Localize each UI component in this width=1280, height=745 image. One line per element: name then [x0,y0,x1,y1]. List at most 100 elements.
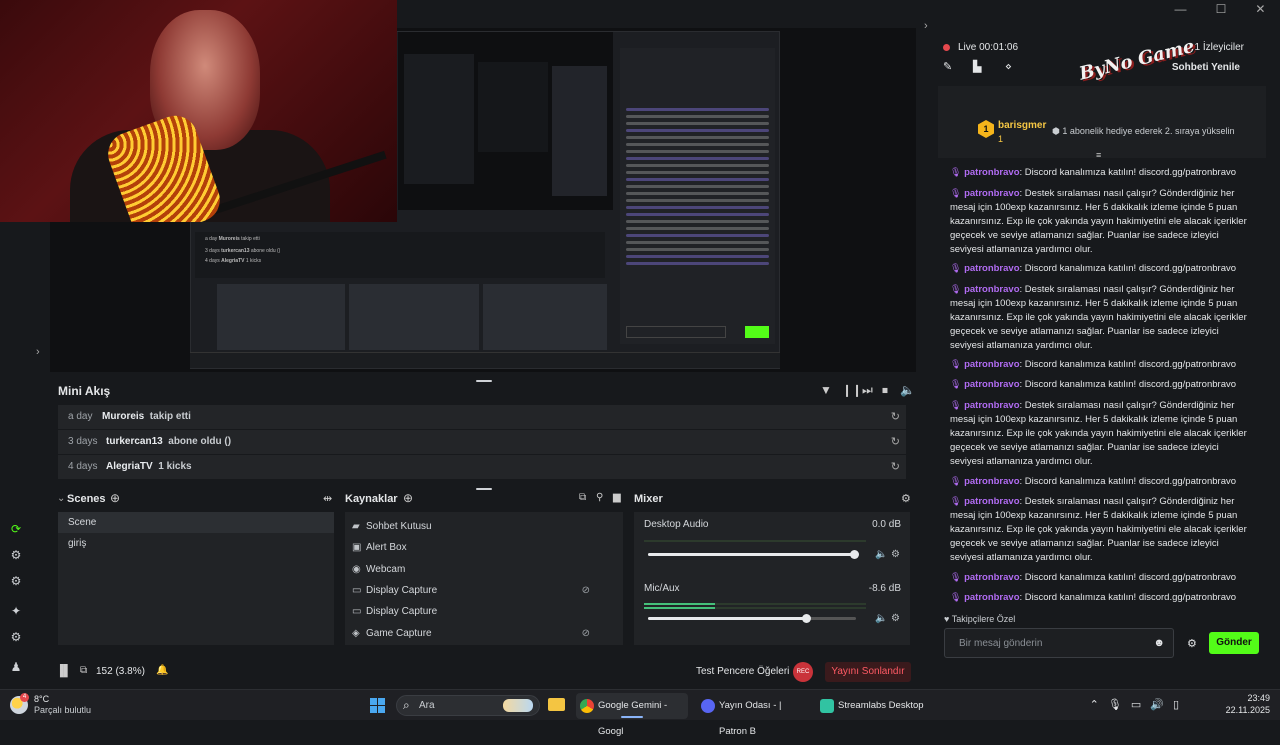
channel-settings-icon[interactable]: ⚙ [891,613,900,624]
source-item[interactable]: ▣ Alert Box [352,537,620,558]
webcam-icon: ◉ [352,564,361,575]
search-highlight-image [503,699,533,712]
chat-message: 🎙 patronbravo: Discord kanalımıza katılı… [950,167,1237,178]
maximize-icon[interactable]: ☐ [1216,2,1227,16]
dashboard-icon[interactable]: ▙ [973,60,981,73]
battery-icon[interactable]: ▯ [1173,699,1188,711]
expand-right-icon[interactable]: › [924,20,928,32]
transition-icon[interactable]: ⇹ [323,492,332,505]
test-widgets-button[interactable]: Test Pencere Öğeleri [696,666,789,677]
side-rail: ⟳ ⚙ ⚙ ✦ ⚙ ♟ [0,490,34,690]
replay-icon[interactable]: ↻ [891,455,900,479]
scenes-title: Scenes [67,493,106,505]
windows-start-icon[interactable] [370,698,385,713]
source-item[interactable]: ◉ Webcam [352,559,620,580]
feed-row: a day Muroreis takip etti ↻ [58,405,906,429]
mini-feed-title: Mini Akış [58,384,111,398]
end-stream-button[interactable]: Yayını Sonlandır [825,662,911,682]
scene-item[interactable]: Scene [58,512,334,533]
close-icon[interactable]: ✕ [1255,2,1265,16]
chat-input[interactable]: Bir mesaj gönderin ☻ [944,628,1174,658]
chat-message: 🎙 patronbravo: Destek sıralaması nasıl ç… [950,400,1247,467]
taskbar-app-streamlabs[interactable]: Streamlabs Desktop [816,693,928,719]
source-item[interactable]: ◈ Game Capture ⊘ [352,623,620,644]
replay-icon[interactable]: ↻ [891,430,900,454]
hidden-eye-icon[interactable]: ⊘ [582,623,590,644]
resize-handle[interactable] [476,488,492,490]
mic-icon[interactable]: 🎙 [1108,699,1131,711]
monitor-icon: ▭ [352,606,362,617]
group-icon[interactable]: ⚲ [596,492,603,503]
chat-message: 🎙 patronbravo: Discord kanalımıza katılı… [950,476,1237,487]
volume-slider[interactable] [648,550,859,559]
chat-message: 🎙 patronbravo: Discord kanalımıza katılı… [950,263,1237,274]
pause-icon[interactable]: ❙❙ [842,383,862,397]
pinned-level: 1 [998,134,1004,144]
skip-alert-icon[interactable]: ⏭ [862,383,873,398]
taskbar-app-chrome[interactable]: Google Gemini - Googl [576,693,688,737]
pinned-message: 1 barisgmer 1 ⬢ 1 abonelik hediye ederek… [938,86,1266,158]
chat-message: 🎙 patronbravo: Destek sıralaması nasıl ç… [950,188,1247,255]
windows-taskbar: 4 8°C Parçalı bulutlu ⌕ Ara Google Gemin… [0,689,1280,737]
speaker-icon[interactable]: 🔈 [875,613,887,624]
send-button[interactable]: Gönder [1209,632,1259,654]
speaker-icon[interactable]: 🔊 [1150,699,1173,711]
chat-message: 🎙 patronbravo: Destek sıralaması nasıl ç… [950,284,1247,351]
scene-item[interactable]: giriş [58,533,334,554]
apps-icon[interactable]: ⚙ [9,574,23,588]
notification-icon[interactable]: 🔔 [156,665,168,676]
gift-text: ⬢ 1 abonelik hediye ederek 2. sıraya yük… [1052,126,1235,136]
minimize-icon[interactable]: — [1175,2,1187,16]
live-timer: Live 00:01:06 [958,42,1019,53]
clock-date[interactable]: 22.11.2025 [1226,705,1270,715]
mic-badge-icon: 🎙 [950,379,962,389]
mixer-channel-db: 0.0 dB [872,519,901,530]
source-item[interactable]: ▭ Display Capture ⊘ [352,580,620,601]
audio-meter [644,607,866,609]
preview-scenes-panel [217,284,345,350]
expand-left-icon[interactable]: › [36,346,40,358]
chevron-up-icon[interactable]: ⌃ [1090,699,1108,711]
taskbar-app-discord[interactable]: Yayın Odası - | Patron B [697,693,809,737]
mute-icon[interactable]: ⏹ [882,383,888,398]
collection-icon[interactable]: ⧉ [579,492,586,503]
webcam-feed [0,0,397,222]
replay-icon[interactable]: ↻ [891,405,900,429]
profile-icon[interactable]: ♟ [9,660,23,674]
collapse-icon[interactable]: ⌄ [57,493,65,504]
weather-desc: Parçalı bulutlu [34,705,92,715]
settings-icon[interactable]: ⚙ [9,630,23,644]
file-explorer-icon[interactable] [548,698,565,711]
add-scene-icon[interactable]: ⊕ [110,491,120,505]
gamepad-icon: ◈ [352,628,360,639]
feed-row: 4 days AlegriaTV 1 kicks ↻ [58,455,906,479]
taskbar-search[interactable]: ⌕ Ara [396,695,540,716]
chat-collapse-icon[interactable]: ≡ [1096,150,1101,160]
filter-icon[interactable]: ▼ [820,383,832,397]
stats-icon[interactable]: ▐▌ [56,665,72,677]
clock-time[interactable]: 23:49 [1247,693,1270,703]
volume-icon[interactable]: 🔈 [900,383,915,397]
mic-badge-icon: 🎙 [950,592,962,602]
chat-settings-icon[interactable]: ⚙ [1187,637,1197,650]
record-button[interactable]: REC [793,662,813,682]
source-item[interactable]: ▰ Sohbet Kutusu [352,516,620,537]
speaker-icon[interactable]: 🔈 [875,549,887,560]
volume-slider[interactable] [648,614,856,623]
hidden-eye-icon[interactable]: ⊘ [582,580,590,601]
source-item[interactable]: ▭ Display Capture [352,601,620,622]
channel-settings-icon[interactable]: ⚙ [891,549,900,560]
add-source-icon[interactable]: ⊕ [403,491,413,505]
share-icon[interactable]: ⋄ [1005,60,1012,73]
pinned-user[interactable]: barisgmer [998,120,1046,131]
preview-feed-row: 4 days AlegriaTV 1 kicks [205,258,262,264]
studio-mode-icon[interactable]: ⟳ [9,522,23,536]
mic-badge-icon: 🎙 [950,263,962,273]
network-icon[interactable]: ▭ [1131,699,1150,711]
folder-icon[interactable]: ▆ [613,492,621,503]
highlighter-icon[interactable]: ✦ [9,604,23,618]
edit-icon[interactable]: ✎ [943,60,952,73]
emoji-icon[interactable]: ☻ [1153,637,1165,649]
mixer-settings-icon[interactable]: ⚙ [901,492,911,505]
themes-icon[interactable]: ⚙ [9,548,23,562]
